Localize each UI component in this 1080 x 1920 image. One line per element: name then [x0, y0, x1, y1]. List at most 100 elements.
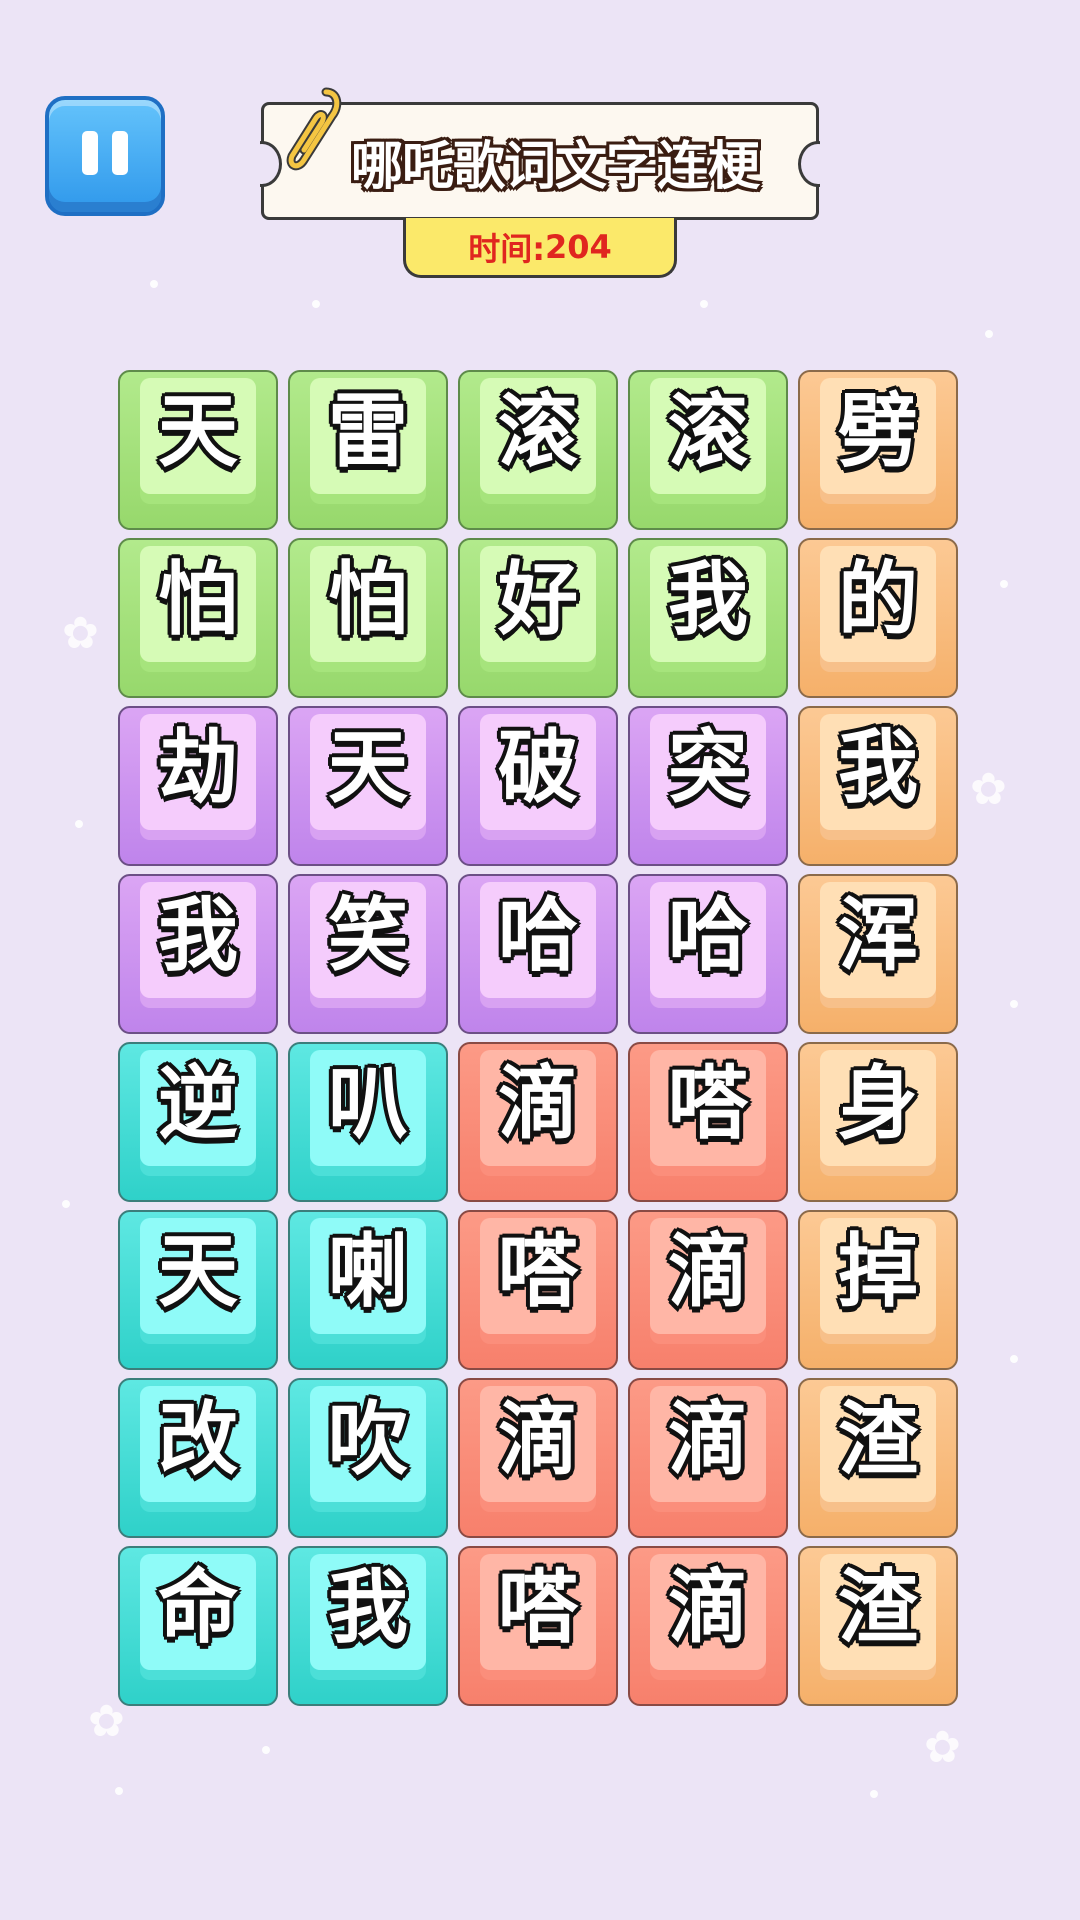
word-tile[interactable]: 好 — [458, 538, 618, 698]
timer-label: 时间: — [468, 229, 545, 268]
word-tile[interactable]: 渣 — [798, 1378, 958, 1538]
word-tile[interactable]: 笑 — [288, 874, 448, 1034]
sparkle-dot — [150, 280, 158, 288]
paperclip-icon — [286, 87, 342, 171]
pause-button[interactable] — [45, 96, 165, 216]
tile-character: 嗒 — [668, 1057, 748, 1150]
word-tile[interactable]: 滴 — [458, 1042, 618, 1202]
word-tile[interactable]: 浑 — [798, 874, 958, 1034]
word-tile[interactable]: 雷 — [288, 370, 448, 530]
tile-character: 天 — [158, 1225, 238, 1318]
tile-character: 逆 — [158, 1057, 238, 1150]
word-tile[interactable]: 的 — [798, 538, 958, 698]
tile-character: 滴 — [668, 1225, 748, 1318]
tile-character: 滴 — [498, 1057, 578, 1150]
tile-character: 哈 — [498, 889, 578, 982]
word-tile[interactable]: 滚 — [458, 370, 618, 530]
word-tile[interactable]: 怕 — [288, 538, 448, 698]
pause-icon — [112, 131, 128, 175]
word-tile[interactable]: 破 — [458, 706, 618, 866]
tile-character: 渣 — [838, 1393, 918, 1486]
tile-character: 滚 — [498, 385, 578, 478]
word-tile[interactable]: 天 — [118, 1210, 278, 1370]
word-tile[interactable]: 嗒 — [628, 1042, 788, 1202]
word-tile[interactable]: 身 — [798, 1042, 958, 1202]
word-tile[interactable]: 我 — [288, 1546, 448, 1706]
timer-value: 204 — [545, 227, 612, 266]
sparkle-dot — [62, 1200, 70, 1208]
word-tile[interactable]: 我 — [798, 706, 958, 866]
word-tile[interactable]: 命 — [118, 1546, 278, 1706]
tile-character: 嗒 — [498, 1561, 578, 1654]
word-tile[interactable]: 渣 — [798, 1546, 958, 1706]
sparkle-dot — [1000, 580, 1008, 588]
tile-character: 吹 — [328, 1393, 408, 1486]
tile-character: 我 — [838, 721, 918, 814]
word-tile[interactable]: 劈 — [798, 370, 958, 530]
word-tile[interactable]: 吹 — [288, 1378, 448, 1538]
word-tile[interactable]: 喇 — [288, 1210, 448, 1370]
word-tile[interactable]: 掉 — [798, 1210, 958, 1370]
tile-character: 突 — [668, 721, 748, 814]
sparkle-icon: ✿ — [970, 764, 1007, 815]
tile-character: 雷 — [328, 385, 408, 478]
sparkle-dot — [870, 1790, 878, 1798]
tile-character: 天 — [328, 721, 408, 814]
tile-character: 的 — [838, 553, 918, 646]
word-tile[interactable]: 怕 — [118, 538, 278, 698]
word-tile[interactable]: 我 — [118, 874, 278, 1034]
sparkle-dot — [312, 300, 320, 308]
tile-character: 身 — [838, 1057, 918, 1150]
word-tile[interactable]: 天 — [288, 706, 448, 866]
sparkle-dot — [115, 1787, 123, 1795]
tile-character: 天 — [158, 385, 238, 478]
word-tile[interactable]: 改 — [118, 1378, 278, 1538]
word-tile[interactable]: 天 — [118, 370, 278, 530]
banner-notch — [798, 141, 820, 187]
word-tile[interactable]: 滴 — [628, 1378, 788, 1538]
word-tile[interactable]: 嗒 — [458, 1546, 618, 1706]
word-tile[interactable]: 滴 — [628, 1210, 788, 1370]
word-tile[interactable]: 我 — [628, 538, 788, 698]
tile-character: 笑 — [328, 889, 408, 982]
word-tile[interactable]: 哈 — [458, 874, 618, 1034]
word-board: 天雷滚滚劈怕怕好我的劫天破突我我笑哈哈浑逆叭滴嗒身天喇嗒滴掉改吹滴滴渣命我嗒滴渣 — [118, 370, 958, 1706]
word-tile[interactable]: 逆 — [118, 1042, 278, 1202]
word-tile[interactable]: 哈 — [628, 874, 788, 1034]
timer: 时间: 204 — [403, 218, 677, 278]
tile-character: 滴 — [498, 1393, 578, 1486]
sparkle-dot — [75, 820, 83, 828]
word-tile[interactable]: 突 — [628, 706, 788, 866]
tile-character: 掉 — [838, 1225, 918, 1318]
sparkle-icon: ✿ — [88, 1696, 125, 1747]
tile-character: 破 — [498, 721, 578, 814]
tile-character: 劈 — [838, 385, 918, 478]
tile-character: 哈 — [668, 889, 748, 982]
sparkle-dot — [985, 330, 993, 338]
tile-character: 怕 — [328, 553, 408, 646]
tile-character: 滴 — [668, 1561, 748, 1654]
tile-character: 滴 — [668, 1393, 748, 1486]
sparkle-dot — [1010, 1355, 1018, 1363]
tile-character: 浑 — [838, 889, 918, 982]
word-tile[interactable]: 叭 — [288, 1042, 448, 1202]
word-tile[interactable]: 嗒 — [458, 1210, 618, 1370]
title-banner: 哪吒歌词文字连梗 — [260, 102, 820, 220]
tile-character: 好 — [498, 553, 578, 646]
word-tile[interactable]: 滴 — [458, 1378, 618, 1538]
tile-character: 劫 — [158, 721, 238, 814]
word-tile[interactable]: 劫 — [118, 706, 278, 866]
word-tile[interactable]: 滴 — [628, 1546, 788, 1706]
tile-character: 叭 — [328, 1057, 408, 1150]
tile-character: 渣 — [838, 1561, 918, 1654]
word-tile[interactable]: 滚 — [628, 370, 788, 530]
tile-character: 我 — [158, 889, 238, 982]
sparkle-icon: ✿ — [62, 608, 99, 659]
page-title: 哪吒歌词文字连梗 — [350, 136, 761, 198]
sparkle-icon: ✿ — [924, 1722, 961, 1773]
sparkle-dot — [262, 1746, 270, 1754]
pause-icon — [82, 131, 98, 175]
tile-character: 怕 — [158, 553, 238, 646]
tile-character: 嗒 — [498, 1225, 578, 1318]
tile-character: 滚 — [668, 385, 748, 478]
